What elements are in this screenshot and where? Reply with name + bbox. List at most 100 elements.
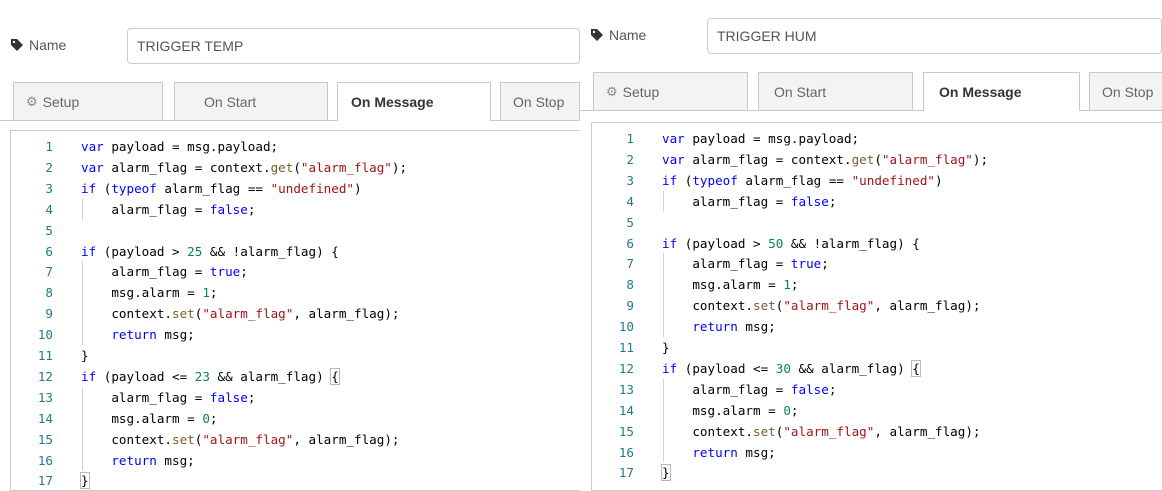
code-text: if (payload <= 23 && alarm_flag) { (81, 367, 340, 385)
tab-on-stop[interactable]: On Stop (500, 82, 580, 120)
tab-on-message[interactable]: On Message (337, 82, 491, 121)
indent-guide (82, 198, 83, 220)
code-line: 16 return msg; (592, 442, 1162, 463)
code-line: 8 msg.alarm = 1; (592, 274, 1162, 295)
tab-label: On Start (204, 93, 257, 110)
code-text: if (typeof alarm_flag == "undefined") (81, 180, 362, 196)
code-text: if (payload > 50 && !alarm_flag) { (662, 235, 920, 251)
line-number: 10 (37, 327, 53, 343)
code-text: return msg; (111, 452, 195, 468)
name-label-text: Name (609, 27, 647, 43)
code-line: 7 alarm_flag = true; (592, 253, 1162, 274)
code-line: 6 if (payload > 50 && !alarm_flag) { (592, 233, 1162, 254)
line-number: 14 (37, 410, 53, 426)
code-line: 17} (592, 462, 1162, 483)
code-text: } (81, 348, 89, 363)
code-text: context.set("alarm_flag", alarm_flag); (81, 431, 400, 447)
line-number: 11 (618, 340, 634, 355)
tab-divider (0, 120, 337, 121)
function-node-editor-hum: Name TRIGGER HUM ⚙ Setup On Start On Mess… (580, 0, 1162, 491)
code-line: 11} (11, 345, 580, 366)
tab-on-stop[interactable]: On Stop (1089, 72, 1162, 110)
tab-on-start[interactable]: On Start (758, 72, 913, 110)
code-line: 9 context.set("alarm_flag", alarm_flag); (11, 303, 580, 324)
indent-guide (663, 253, 664, 337)
code-text: alarm_flag = true; (81, 264, 248, 280)
code-text: msg.alarm = 1; (662, 277, 799, 293)
code-text: return msg; (111, 327, 195, 343)
tab-label: On Start (774, 83, 827, 100)
code-text: context.set("alarm_flag", alarm_flag); (662, 298, 981, 314)
line-number: 9 (45, 306, 53, 322)
tab-label: On Message (351, 94, 434, 110)
line-number: 4 (45, 201, 53, 217)
code-line: 13 alarm_flag = false; (592, 379, 1162, 400)
line-number: 6 (626, 235, 634, 251)
line-number: 8 (45, 285, 53, 301)
name-input[interactable]: TRIGGER TEMP (127, 28, 580, 64)
function-node-editor-temp: Name TRIGGER TEMP ⚙ Setup On Start On Mes… (0, 0, 580, 491)
line-number: 14 (618, 402, 634, 418)
name-row: Name (590, 27, 646, 43)
code-line: 10 return msg; (11, 324, 580, 345)
gear-icon: ⚙ (606, 83, 618, 99)
line-number: 11 (37, 348, 53, 363)
code-line: 17} (11, 470, 580, 490)
code-text: alarm_flag = true; (662, 256, 829, 272)
line-number: 13 (37, 389, 53, 405)
code-line: 4 alarm_flag = false; (592, 191, 1162, 212)
code-editor[interactable]: 1 var payload = msg.payload; 2 var alarm_fl… (591, 122, 1162, 491)
code-text: return msg; (692, 444, 776, 460)
code-line: 16 return msg; (11, 450, 580, 471)
code-text: if (payload > 25 && !alarm_flag) { (81, 243, 339, 259)
tab-setup[interactable]: ⚙ Setup (13, 82, 163, 120)
code-text: return msg; (692, 319, 776, 335)
indent-guide (82, 261, 83, 345)
tab-label: Setup (42, 93, 80, 110)
tab-setup[interactable]: ⚙ Setup (593, 72, 748, 110)
code-line: 9 context.set("alarm_flag", alarm_flag); (592, 295, 1162, 316)
tab-label: Setup (622, 83, 660, 100)
code-line: 1 var payload = msg.payload; (11, 136, 580, 157)
line-number: 17 (618, 465, 634, 481)
indent-guide (663, 190, 664, 212)
line-number: 4 (626, 193, 634, 209)
tab-on-start[interactable]: On Start (174, 82, 328, 120)
code-line: 14 msg.alarm = 0; (592, 400, 1162, 421)
code-line: 12 if (payload <= 23 && alarm_flag) { (11, 366, 580, 387)
tab-divider (1080, 110, 1162, 111)
code-line: 2 var alarm_flag = context.get("alarm_fla… (11, 157, 580, 178)
line-number: 9 (626, 298, 634, 314)
code-editor[interactable]: 1 var payload = msg.payload; 2 var alarm_fl… (10, 130, 580, 491)
code-line: 5 (11, 220, 580, 241)
code-text: var payload = msg.payload; (81, 139, 279, 154)
line-number: 6 (45, 243, 53, 259)
code-text: } (80, 472, 90, 490)
code-text: } (661, 464, 671, 482)
code-line: 15 context.set("alarm_flag", alarm_flag)… (11, 429, 580, 450)
line-number: 12 (618, 360, 634, 376)
code-text: context.set("alarm_flag", alarm_flag); (81, 306, 400, 322)
code-line: 3 if (typeof alarm_flag == "undefined") (11, 178, 580, 199)
code-text: alarm_flag = false; (81, 201, 256, 217)
code-line: 1 var payload = msg.payload; (592, 128, 1162, 149)
code-line: 5 (592, 212, 1162, 233)
tab-on-message[interactable]: On Message (923, 72, 1080, 111)
code-line: 2 var alarm_flag = context.get("alarm_fla… (592, 149, 1162, 170)
line-number: 2 (45, 159, 53, 175)
code-line: 10 return msg; (592, 316, 1162, 337)
line-number: 13 (618, 381, 634, 397)
line-number: 2 (626, 151, 634, 167)
name-row: Name (10, 37, 66, 53)
code-text: var payload = msg.payload; (662, 131, 860, 146)
indent-guide (82, 386, 83, 471)
tab-divider (580, 110, 923, 111)
code-text: if (payload <= 30 && alarm_flag) { (662, 359, 921, 377)
line-number: 15 (618, 423, 634, 439)
tab-label: On Message (939, 84, 1022, 100)
code-line: 15 context.set("alarm_flag", alarm_flag)… (592, 421, 1162, 442)
code-text: msg.alarm = 0; (81, 410, 218, 426)
code-text: if (typeof alarm_flag == "undefined") (662, 172, 943, 188)
name-input[interactable]: TRIGGER HUM (707, 18, 1162, 54)
line-number: 17 (37, 473, 53, 489)
